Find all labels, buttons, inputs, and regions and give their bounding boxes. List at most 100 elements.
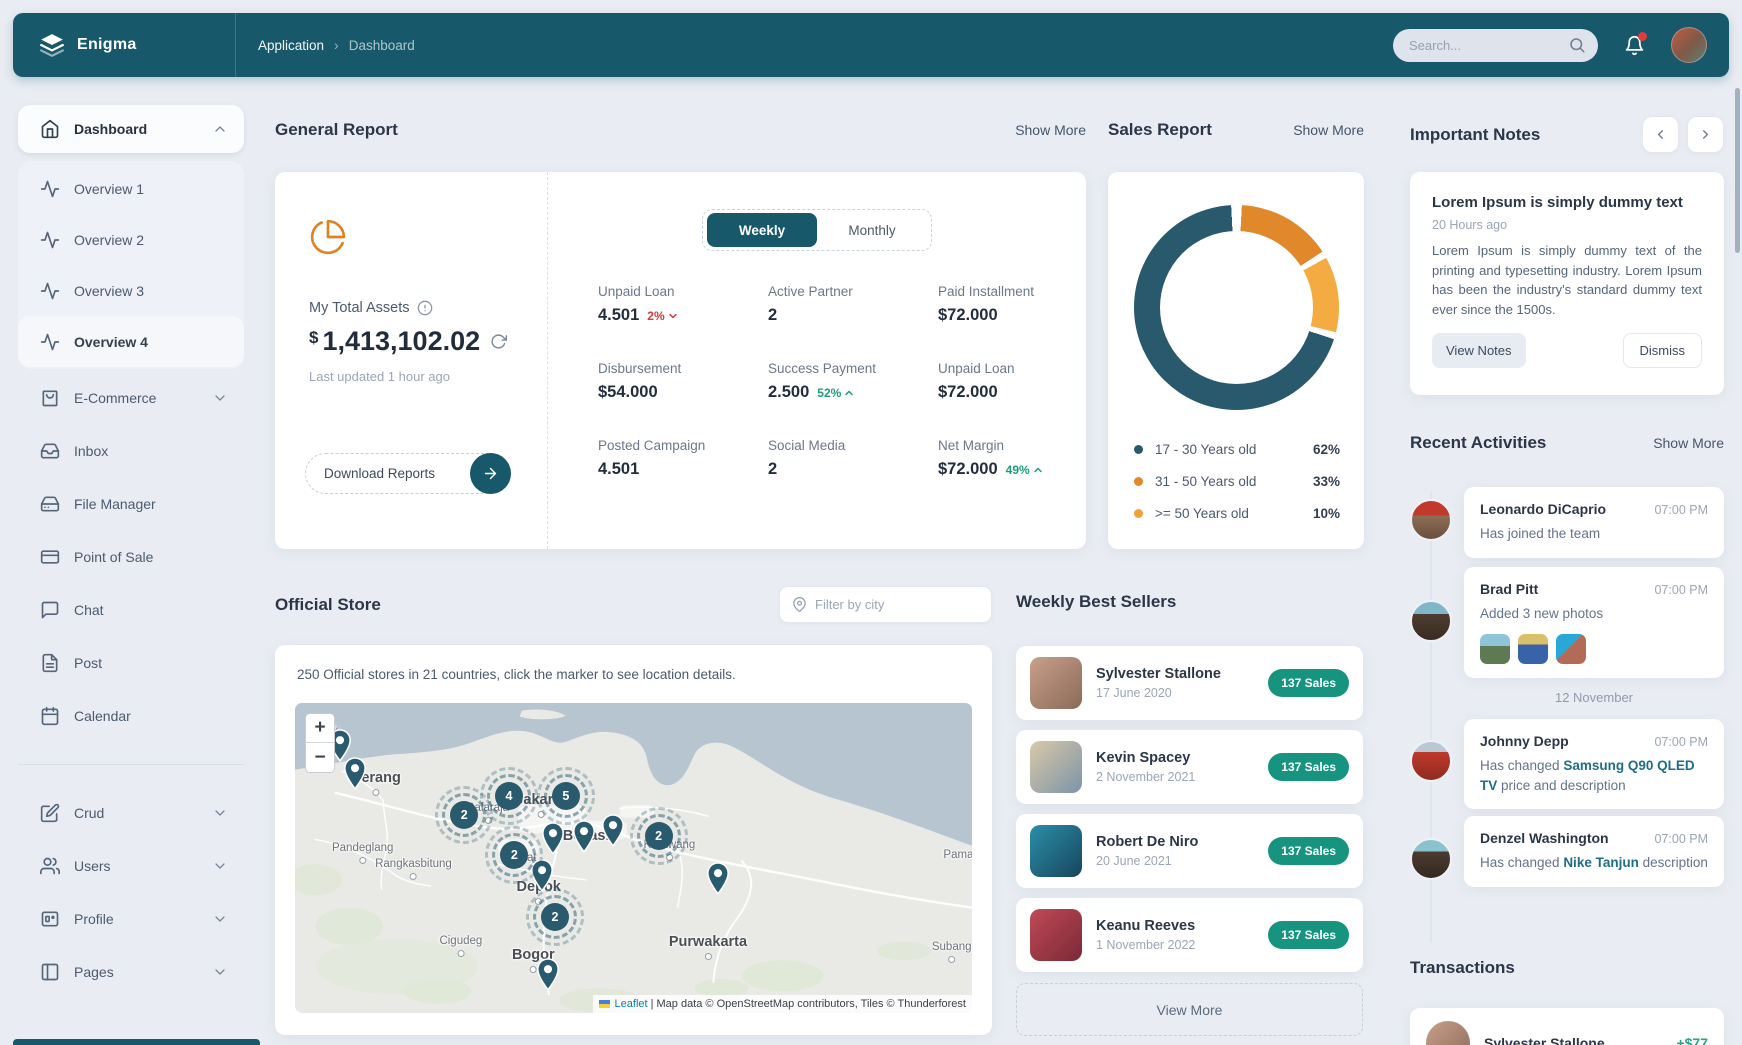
sidebar-item-overview-2[interactable]: Overview 2 [18, 214, 244, 265]
pie-chart-icon [309, 218, 513, 256]
activities-show-more[interactable]: Show More [1653, 435, 1724, 451]
sidebar-item-ecommerce[interactable]: E-Commerce [18, 371, 244, 424]
map-pin-marker[interactable] [343, 757, 367, 790]
brand-name: Enigma [77, 36, 137, 54]
best-seller-row[interactable]: Keanu Reeves 1 November 2022 137 Sales [1016, 898, 1363, 972]
map-label-city: Rangkasbitung [375, 858, 452, 880]
note-body: Lorem Ipsum is simply dummy text of the … [1432, 241, 1702, 319]
search-input[interactable] [1409, 38, 1569, 53]
sidebar-item-dashboard[interactable]: Dashboard [18, 105, 244, 153]
map-cluster-marker[interactable]: 2 [541, 903, 569, 931]
sidebar-item-label: Overview 3 [74, 283, 144, 299]
leaflet-link[interactable]: Leaflet [615, 998, 648, 1010]
map-cluster-marker[interactable]: 2 [500, 841, 528, 869]
map-cluster-marker[interactable]: 2 [645, 822, 673, 850]
best-seller-row[interactable]: Kevin Spacey 2 November 2021 137 Sales [1016, 730, 1363, 804]
sidebar-item-users[interactable]: Users [18, 839, 244, 892]
activity-icon [40, 230, 60, 250]
zoom-out-button[interactable]: − [306, 743, 334, 772]
sidebar-item-overview-3[interactable]: Overview 3 [18, 265, 244, 316]
map-cluster-marker[interactable]: 4 [495, 782, 523, 810]
filter-by-city-input[interactable] [815, 597, 965, 612]
refresh-icon[interactable] [490, 333, 507, 350]
donut-legend: 17 - 30 Years old 62% 31 - 50 Years old … [1134, 442, 1340, 538]
map-pin-marker[interactable] [536, 958, 560, 991]
seller-photo [1030, 825, 1082, 877]
photo-thumbnail[interactable] [1518, 634, 1548, 664]
sales-report-show-more[interactable]: Show More [1293, 122, 1364, 138]
assets-updated-text: Last updated 1 hour ago [309, 369, 513, 384]
notes-prev-button[interactable] [1642, 116, 1679, 153]
stat-success-payment: Success Payment 2.500 52% [768, 361, 938, 402]
general-report-show-more[interactable]: Show More [1015, 122, 1086, 138]
sidebar-item-chat[interactable]: Chat [18, 583, 244, 636]
stat-social-media: Social Media 2 [768, 438, 938, 479]
search-icon[interactable] [1568, 36, 1586, 54]
notifications-button[interactable] [1624, 35, 1645, 56]
edit-icon [40, 803, 60, 823]
product-link[interactable]: Nike Tanjun [1563, 855, 1639, 870]
sidebar-item-calendar[interactable]: Calendar [18, 689, 244, 742]
map-pin-marker[interactable] [572, 820, 596, 853]
sidebar-item-point-of-sale[interactable]: Point of Sale [18, 530, 244, 583]
info-icon[interactable] [417, 300, 433, 316]
view-notes-button[interactable]: View Notes [1432, 333, 1526, 368]
total-assets-amount: 1,413,102.02 [322, 326, 480, 357]
avatar [1410, 838, 1452, 880]
sidebar-item-profile[interactable]: Profile [18, 892, 244, 945]
map-pin-marker[interactable] [601, 814, 625, 847]
toggle-monthly[interactable]: Monthly [817, 213, 927, 247]
toggle-weekly[interactable]: Weekly [707, 213, 817, 247]
sidebar-item-inbox[interactable]: Inbox [18, 424, 244, 477]
map-cluster-marker[interactable]: 2 [450, 801, 478, 829]
brand[interactable]: Enigma [13, 13, 235, 77]
transactions-title: Transactions [1410, 958, 1515, 978]
sidebar-item-post[interactable]: Post [18, 636, 244, 689]
sidebar-item-label: Point of Sale [74, 549, 153, 565]
report-stats-grid: Unpaid Loan 4.501 2% Active Partner 2 Pa… [598, 284, 1110, 479]
best-seller-row[interactable]: Robert De Niro 20 June 2021 137 Sales [1016, 814, 1363, 888]
photo-thumbnail[interactable] [1480, 634, 1510, 664]
stat-net-margin: Net Margin $72.000 49% [938, 438, 1110, 479]
note-title: Lorem Ipsum is simply dummy text [1432, 194, 1702, 211]
arrow-right-icon [470, 453, 511, 494]
sidebar-item-overview-4[interactable]: Overview 4 [18, 316, 244, 367]
inbox-icon [40, 441, 60, 461]
activity-photos [1480, 634, 1708, 664]
dashboard-page: Enigma Application › Dashboard Da [0, 0, 1742, 1045]
download-reports-button[interactable]: Download Reports [305, 453, 511, 494]
best-seller-row[interactable]: Sylvester Stallone 17 June 2020 137 Sale… [1016, 646, 1363, 720]
navbar-actions [1393, 27, 1729, 63]
store-map[interactable]: Serang Balaraja Pandeglang Rangkasbitung… [295, 703, 972, 1013]
map-pin-marker[interactable] [541, 822, 565, 855]
sidebar-item-crud[interactable]: Crud [18, 786, 244, 839]
sidebar-item-file-manager[interactable]: File Manager [18, 477, 244, 530]
sidebar-item-label: Profile [74, 911, 114, 927]
sidebar-item-overview-1[interactable]: Overview 1 [18, 163, 244, 214]
sidebar-item-label: Dashboard [74, 121, 147, 137]
chevron-down-icon [212, 390, 228, 406]
zoom-in-button[interactable]: + [306, 714, 334, 743]
user-avatar[interactable] [1671, 27, 1707, 63]
store-description: 250 Official stores in 21 countries, cli… [297, 667, 736, 682]
breadcrumb-dashboard[interactable]: Dashboard [349, 38, 415, 53]
legend-item: 17 - 30 Years old 62% [1134, 442, 1340, 457]
total-assets-label: My Total Assets [309, 300, 409, 316]
notes-next-button[interactable] [1687, 116, 1724, 153]
view-more-button[interactable]: View More [1016, 983, 1363, 1036]
map-cluster-marker[interactable]: 5 [552, 782, 580, 810]
breadcrumb-application[interactable]: Application [258, 38, 324, 53]
chevron-down-icon [667, 310, 679, 322]
map-attribution: Leaflet | Map data © OpenStreetMap contr… [593, 995, 972, 1013]
sidebar-item-pages[interactable]: Pages [18, 945, 244, 998]
map-pin-icon [792, 597, 807, 612]
map-pin-marker[interactable] [706, 862, 730, 895]
breadcrumb: Application › Dashboard [236, 37, 415, 53]
scrollbar-thumb[interactable] [1735, 88, 1740, 253]
legend-item: 31 - 50 Years old 33% [1134, 474, 1340, 489]
sidebar-item-label: File Manager [74, 496, 156, 512]
official-store-card: 250 Official stores in 21 countries, cli… [275, 645, 992, 1035]
photo-thumbnail[interactable] [1556, 634, 1586, 664]
dismiss-button[interactable]: Dismiss [1623, 333, 1703, 368]
transaction-row[interactable]: Sylvester Stallone +$77 [1410, 1008, 1724, 1045]
